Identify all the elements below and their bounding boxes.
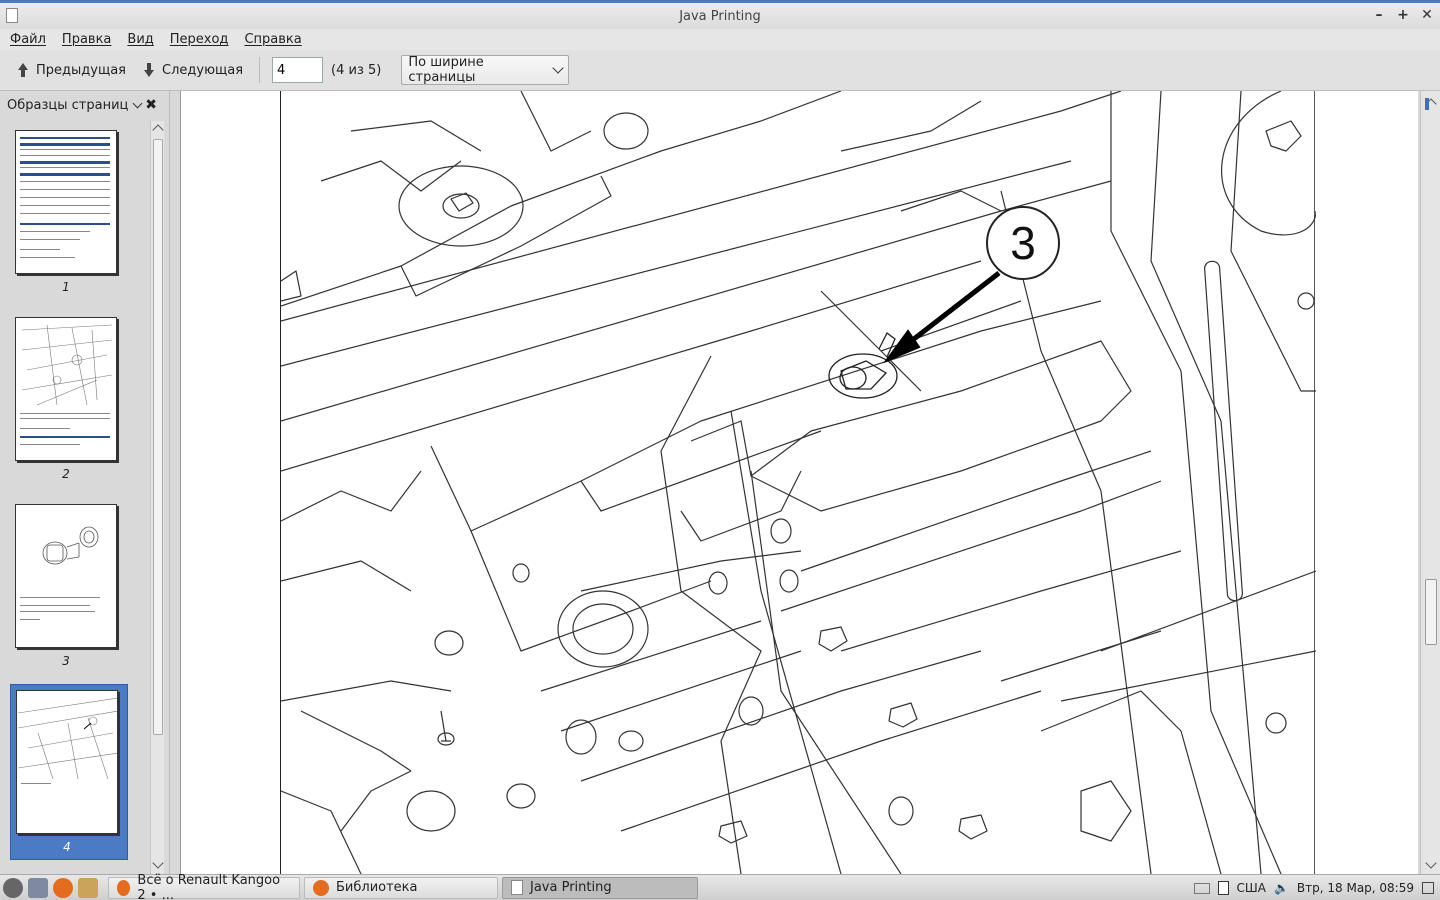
thumbnail-image [15, 317, 117, 461]
taskbar-item-library[interactable]: Библиотека [304, 876, 498, 899]
menu-edit[interactable]: Правка [62, 32, 111, 47]
thumbnail-image [16, 690, 118, 834]
toolbar-separator [259, 57, 261, 83]
scrollbar-accent [1425, 98, 1429, 110]
close-icon[interactable]: ✕ [1420, 6, 1434, 24]
thumbnail-page-3[interactable]: 3 [10, 499, 128, 679]
taskbar-item-label: Всё о Renault Kangoo 2 • ... [137, 872, 281, 900]
thumbnail-number: 2 [62, 467, 70, 481]
document-icon [6, 8, 18, 23]
maximize-icon[interactable]: + [1396, 6, 1410, 24]
thumbnail-page-2[interactable]: 2 [10, 312, 128, 492]
thumbnail-list: 1 2 3 4 [6, 121, 148, 871]
mail-icon[interactable] [1193, 882, 1210, 894]
browser-icon[interactable] [53, 877, 73, 898]
taskbar-item-label: Java Printing [530, 880, 612, 895]
system-tray: США 🔈 Втр, 18 Мар, 08:59 [1193, 875, 1434, 900]
previous-page-label: Предыдущая [36, 62, 126, 78]
keyboard-layout[interactable]: США [1237, 881, 1266, 895]
page-count: (4 из 5) [331, 62, 382, 78]
taskbar: Всё о Renault Kangoo 2 • ... Библиотека … [0, 873, 1440, 900]
launcher-tray [0, 877, 98, 898]
callout-number: 3 [1010, 217, 1036, 269]
thumbnail-sidebar: Образцы страниц ✖ 1 2 3 4 [0, 91, 170, 874]
technical-drawing: 3 [280, 91, 1317, 874]
taskbar-item-java-printing[interactable]: Java Printing [502, 876, 698, 899]
scroll-down-icon[interactable] [1425, 857, 1437, 869]
thumbnail-image [15, 504, 117, 648]
document-scrollbar[interactable] [1420, 91, 1440, 874]
minimize-icon[interactable]: – [1372, 6, 1386, 24]
zoom-select[interactable]: По ширине страницы [401, 55, 570, 85]
sidebar-scrollbar[interactable] [150, 121, 164, 874]
page-drawing: 3 [280, 91, 1317, 874]
sidebar-header[interactable]: Образцы страниц ✖ [0, 91, 169, 119]
thumbnail-image [15, 130, 117, 274]
toolbar: Предыдущая Следующая (4 из 5) По ширине … [0, 50, 1440, 91]
chevron-down-icon [552, 62, 565, 74]
window-controls: – + ✕ [1372, 6, 1434, 24]
scrollbar-thumb[interactable] [1425, 579, 1437, 645]
volume-icon[interactable]: 🔈 [1274, 881, 1289, 895]
thumbnail-page-4[interactable]: 4 [10, 684, 128, 860]
menu-view[interactable]: Вид [127, 32, 153, 47]
clock[interactable]: Втр, 18 Мар, 08:59 [1297, 881, 1414, 895]
browser-icon [117, 879, 131, 896]
zoom-select-value: По ширине страницы [408, 55, 484, 85]
taskbar-item-browser[interactable]: Всё о Renault Kangoo 2 • ... [108, 873, 300, 900]
arrow-up-icon [16, 63, 30, 77]
document-icon [511, 880, 523, 895]
menu-file[interactable]: Файл [10, 32, 46, 47]
title-bar: Java Printing – + ✕ [0, 0, 1440, 29]
show-desktop-icon[interactable] [1422, 882, 1434, 894]
thumbnail-number: 3 [62, 654, 70, 668]
window-title: Java Printing [679, 8, 761, 24]
scrollbar-thumb[interactable] [153, 139, 163, 735]
start-menu-icon[interactable] [3, 877, 23, 898]
menu-bar: Файл Правка Вид Переход Справка [0, 29, 1440, 50]
clipboard-icon[interactable] [1217, 881, 1229, 895]
chevron-down-icon [132, 98, 143, 108]
menu-help[interactable]: Справка [244, 32, 301, 47]
taskbar-item-label: Библиотека [336, 880, 418, 895]
next-page-button[interactable]: Следующая [138, 55, 247, 85]
thumbnail-number: 4 [63, 840, 71, 854]
arrow-down-icon [142, 63, 156, 77]
document-viewport[interactable]: 3 [180, 91, 1418, 874]
sidebar-title: Образцы страниц [7, 97, 129, 113]
scroll-down-icon[interactable] [152, 857, 164, 869]
menu-go[interactable]: Переход [170, 32, 229, 47]
close-icon[interactable]: ✖ [145, 97, 157, 113]
next-page-label: Следующая [162, 62, 244, 78]
page-number-input[interactable] [272, 57, 324, 83]
callout-3: 3 [883, 206, 1060, 364]
previous-page-button[interactable]: Предыдущая [12, 55, 130, 85]
home-folder-icon[interactable] [78, 877, 98, 898]
scroll-up-icon[interactable] [152, 124, 164, 136]
file-manager-icon[interactable] [28, 877, 48, 898]
thumbnail-number: 1 [62, 280, 70, 294]
browser-icon [313, 879, 329, 896]
thumbnail-page-1[interactable]: 1 [10, 125, 128, 305]
